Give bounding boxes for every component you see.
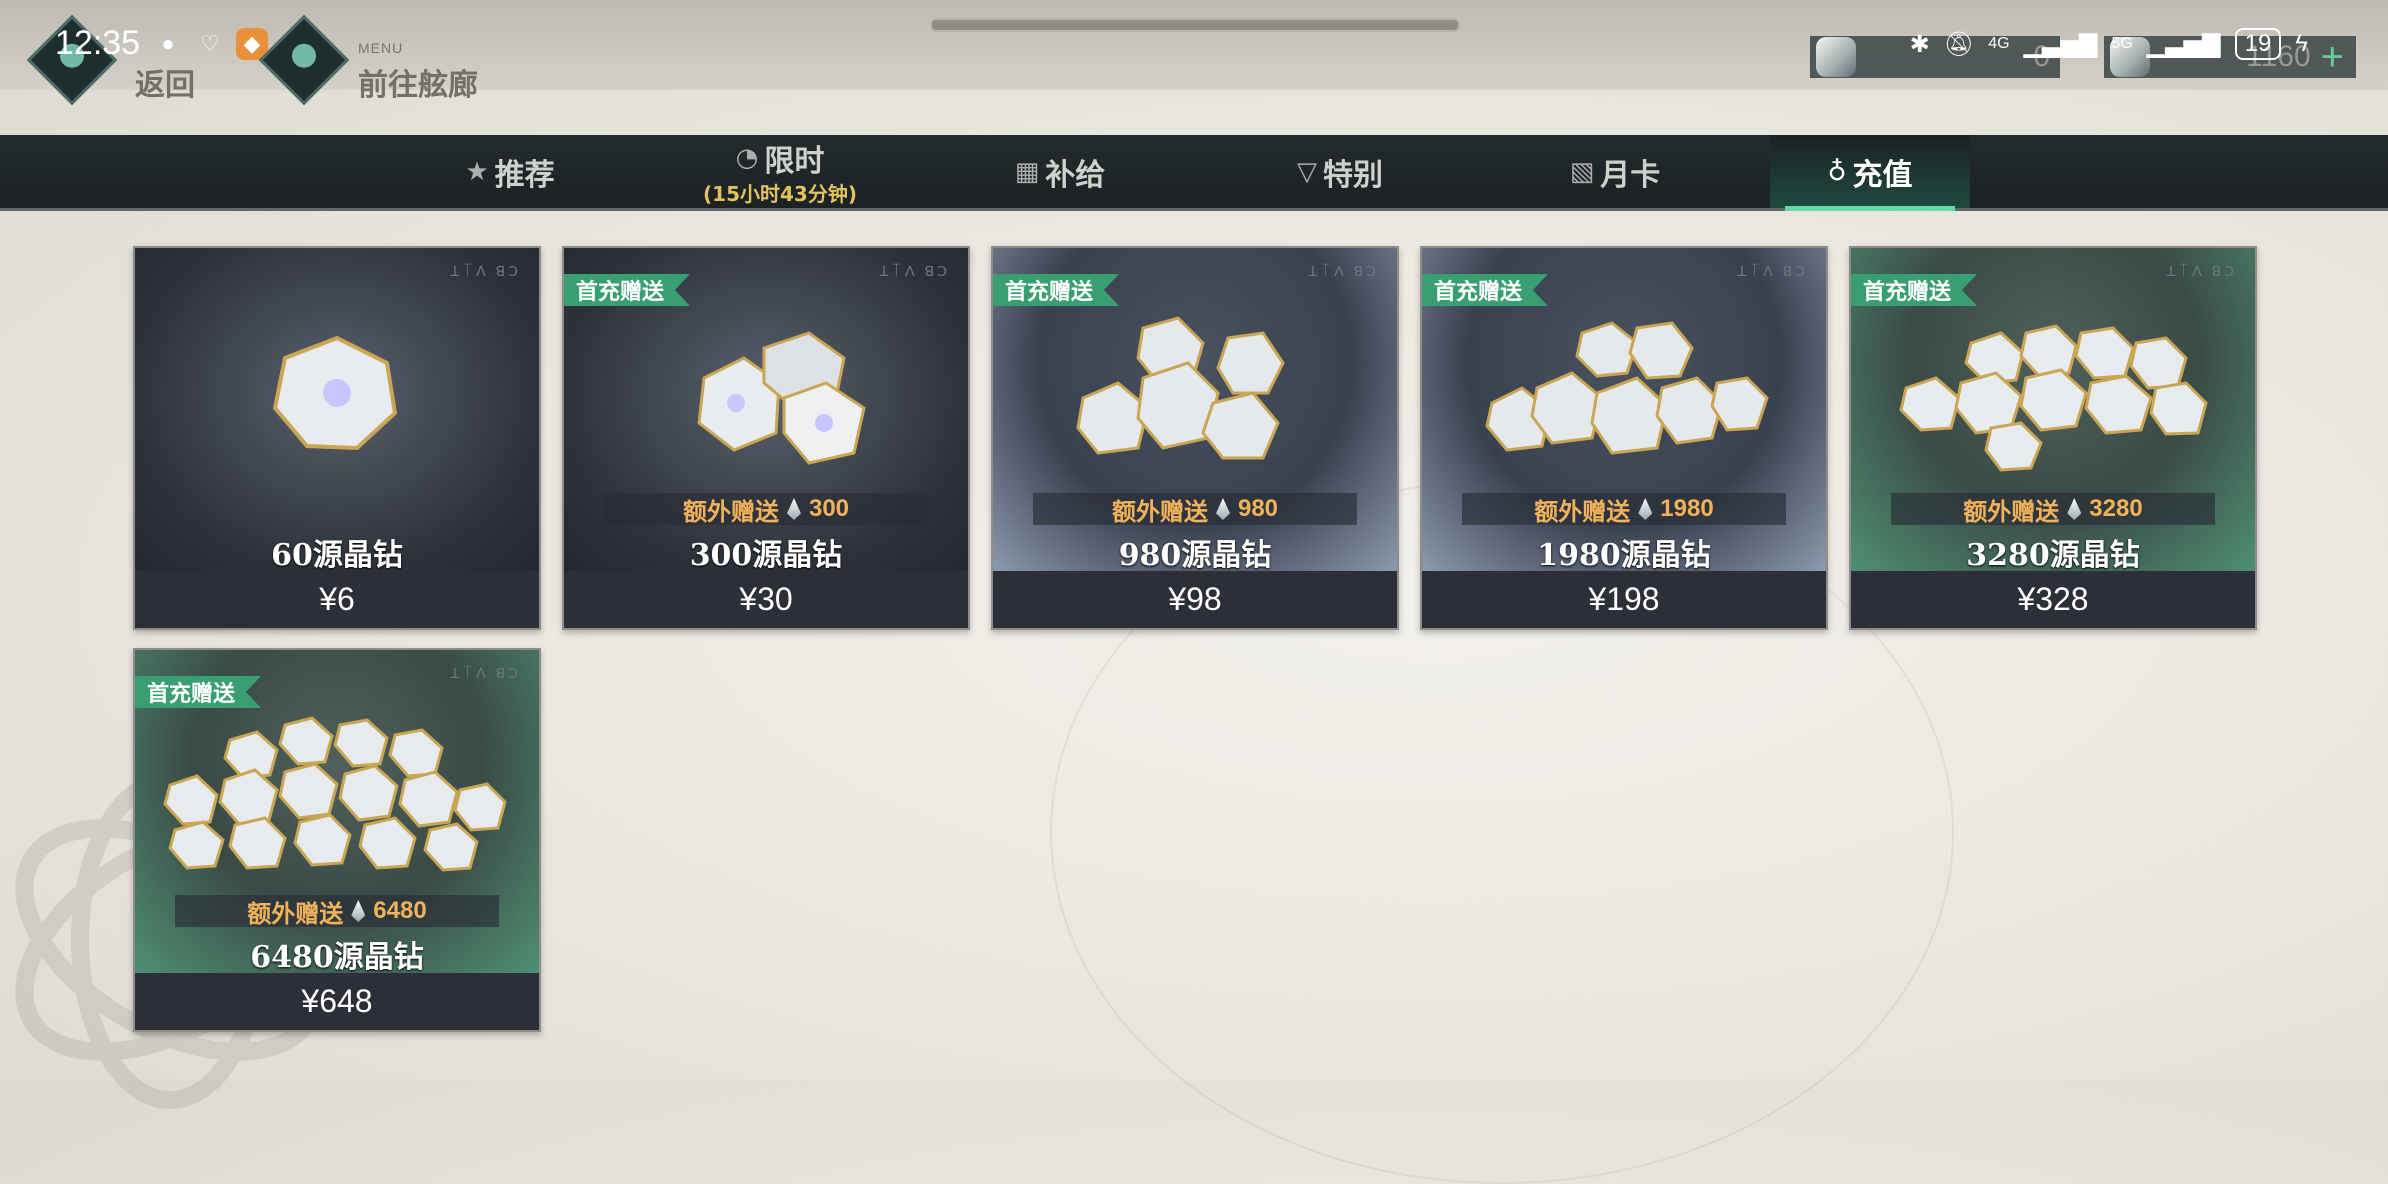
corner-mark: ꓕ꓄ꓥ ꓭꓛ [879,263,950,279]
product-card[interactable]: ꓕ꓄ꓥ ꓭꓛ 首充赠送 额外赠送 6480 6480源晶钻 ¥648 [133,648,541,1032]
gift-icon: ▦ [1014,156,1040,187]
limited-timer: (15小时43分钟) [703,182,857,206]
bonus-bar: 额外赠送 980 [1033,493,1357,526]
crystal-illustration [1485,321,1769,455]
crystal-illustration [1899,324,2208,472]
crystal-leaf-icon [1638,498,1653,520]
signal-4g: 4G [1988,35,2010,52]
corner-mark: ꓕ꓄ꓥ ꓭꓛ [1737,263,1808,279]
battery-indicator: 19 [2234,28,2282,60]
corridor-label: 前往舷廊 [358,68,478,103]
status-app-icons: ● ♡ ◆ [152,28,268,60]
crystal-leaf-icon [351,900,366,922]
price-button[interactable]: ¥98 [993,571,1397,628]
bonus-label: 额外赠送 [247,900,344,928]
back-label: 返回 [135,68,195,103]
product-card[interactable]: ꓕ꓄ꓥ ꓭꓛ 首充赠送 额外赠送 980 980源晶钻 ¥98 [991,246,1399,630]
corner-mark: ꓕ꓄ꓥ ꓭꓛ [450,665,521,681]
price-button[interactable]: ¥328 [1851,571,2255,628]
top-bar: 返回 12:35 ● ♡ ◆ MENU 前往舷廊 0 1160 + ✱ 🔕︎ 4… [0,0,2388,106]
product-name: 980源晶钻 [1118,538,1272,573]
bonus-amount: 980 [1237,495,1279,522]
product-name: 1980源晶钻 [1537,538,1711,573]
charging-icon: ϟ [2295,30,2308,57]
corner-mark: ꓕ꓄ꓥ ꓭꓛ [2166,263,2237,279]
corner-mark: ꓕ꓄ꓥ ꓭꓛ [1308,263,1379,279]
tab-label: 限时 [764,144,825,179]
price-button[interactable]: ¥30 [564,571,968,628]
price-button[interactable]: ¥648 [135,973,539,1030]
tab-label: 推荐 [494,157,555,193]
bonus-label: 额外赠送 [1963,498,2060,526]
tab-label: 充值 [1852,157,1913,193]
signal-bars-icon: ▁▃▅▇ [2146,30,2221,58]
product-card[interactable]: ꓕ꓄ꓥ ꓭꓛ 首充赠送 额外赠送 3280 3280源晶钻 ¥328 [1849,246,2257,630]
currency-gem-icon [1816,37,1856,77]
system-status: ✱ 🔕︎ 4G ▁▃▅▇ 5G ▁▃▅▇ 19 ϟ [1910,28,2308,60]
bonus-bar: 额外赠送 6480 [175,895,499,928]
tab-monthly-card[interactable]: ▧ 月卡 [1555,135,1675,208]
heartbeat-icon: ♡ [200,31,220,56]
corridor-emblem-icon [258,14,350,106]
crystal-leaf-icon [786,498,801,520]
tab-limited[interactable]: ◔ 限时 (15小时43分钟) [690,135,870,208]
bluetooth-icon: ✱ [1909,30,1930,58]
drag-handle[interactable] [930,18,1460,32]
product-name: 300源晶钻 [689,538,843,573]
product-name: 6480源晶钻 [250,940,424,975]
tab-supply[interactable]: ▦ 补给 [1000,135,1120,208]
corner-mark: ꓕ꓄ꓥ ꓭꓛ [450,263,521,279]
crystal-illustration [697,331,866,465]
tab-bar: ★ 推荐 ◔ 限时 (15小时43分钟) ▦ 补给 ▽ 特别 ▧ 月卡 ♁ 充值 [0,135,2388,211]
bonus-amount: 300 [808,495,850,522]
bonus-amount: 6480 [373,897,427,924]
pouch-icon: ♁ [1827,156,1847,187]
mute-icon: 🔕︎ [1943,30,1975,58]
triangle-icon: ▽ [1297,156,1317,187]
add-currency-icon[interactable]: + [2321,37,2344,77]
tab-label: 月卡 [1600,157,1661,193]
product-name: 60源晶钻 [271,538,403,573]
clock-icon: ◔ [735,143,759,173]
globe-icon: ● [161,31,175,56]
crystal-illustration [1076,316,1285,460]
signal-5g: 5G [2111,35,2133,52]
crystal-illustration [272,335,398,451]
bonus-bar: 额外赠送 300 [604,493,928,526]
bonus-amount: 3280 [2089,495,2143,522]
corridor-button[interactable]: MENU 前往舷廊 [258,14,478,106]
crystal-leaf-icon [1215,498,1230,520]
star-icon: ★ [465,156,489,187]
price-button[interactable]: ¥198 [1422,571,1826,628]
crystal-illustration [163,716,507,872]
tab-recommended[interactable]: ★ 推荐 [440,135,580,208]
product-card[interactable]: ꓕ꓄ꓥ ꓭꓛ 首充赠送 额外赠送 300 300源晶钻 ¥30 [562,246,970,630]
status-time: 12:35 [55,24,141,62]
product-card[interactable]: ꓕ꓄ꓥ ꓭꓛ 60源晶钻 ¥6 [133,246,541,630]
bonus-label: 额外赠送 [1111,498,1208,526]
tab-recharge[interactable]: ♁ 充值 [1770,135,1970,211]
bonus-bar: 额外赠送 1980 [1462,493,1786,526]
tab-label: 补给 [1045,157,1106,193]
product-name: 3280源晶钻 [1966,538,2140,573]
bonus-bar: 额外赠送 3280 [1891,493,2215,526]
bonus-amount: 1980 [1660,495,1714,522]
signal-bars-icon: ▁▃▅▇ [2023,30,2098,58]
product-card[interactable]: ꓕ꓄ꓥ ꓭꓛ 首充赠送 额外赠送 1980 1980源晶钻 ¥198 [1420,246,1828,630]
crystal-leaf-icon [2067,498,2082,520]
bonus-label: 额外赠送 [682,498,779,526]
tab-special[interactable]: ▽ 特别 [1280,135,1400,208]
price-button[interactable]: ¥6 [135,571,539,628]
card-icon: ▧ [1569,156,1595,187]
tab-label: 特别 [1323,157,1383,193]
menu-caption: MENU [358,40,404,56]
bonus-label: 额外赠送 [1534,498,1631,526]
